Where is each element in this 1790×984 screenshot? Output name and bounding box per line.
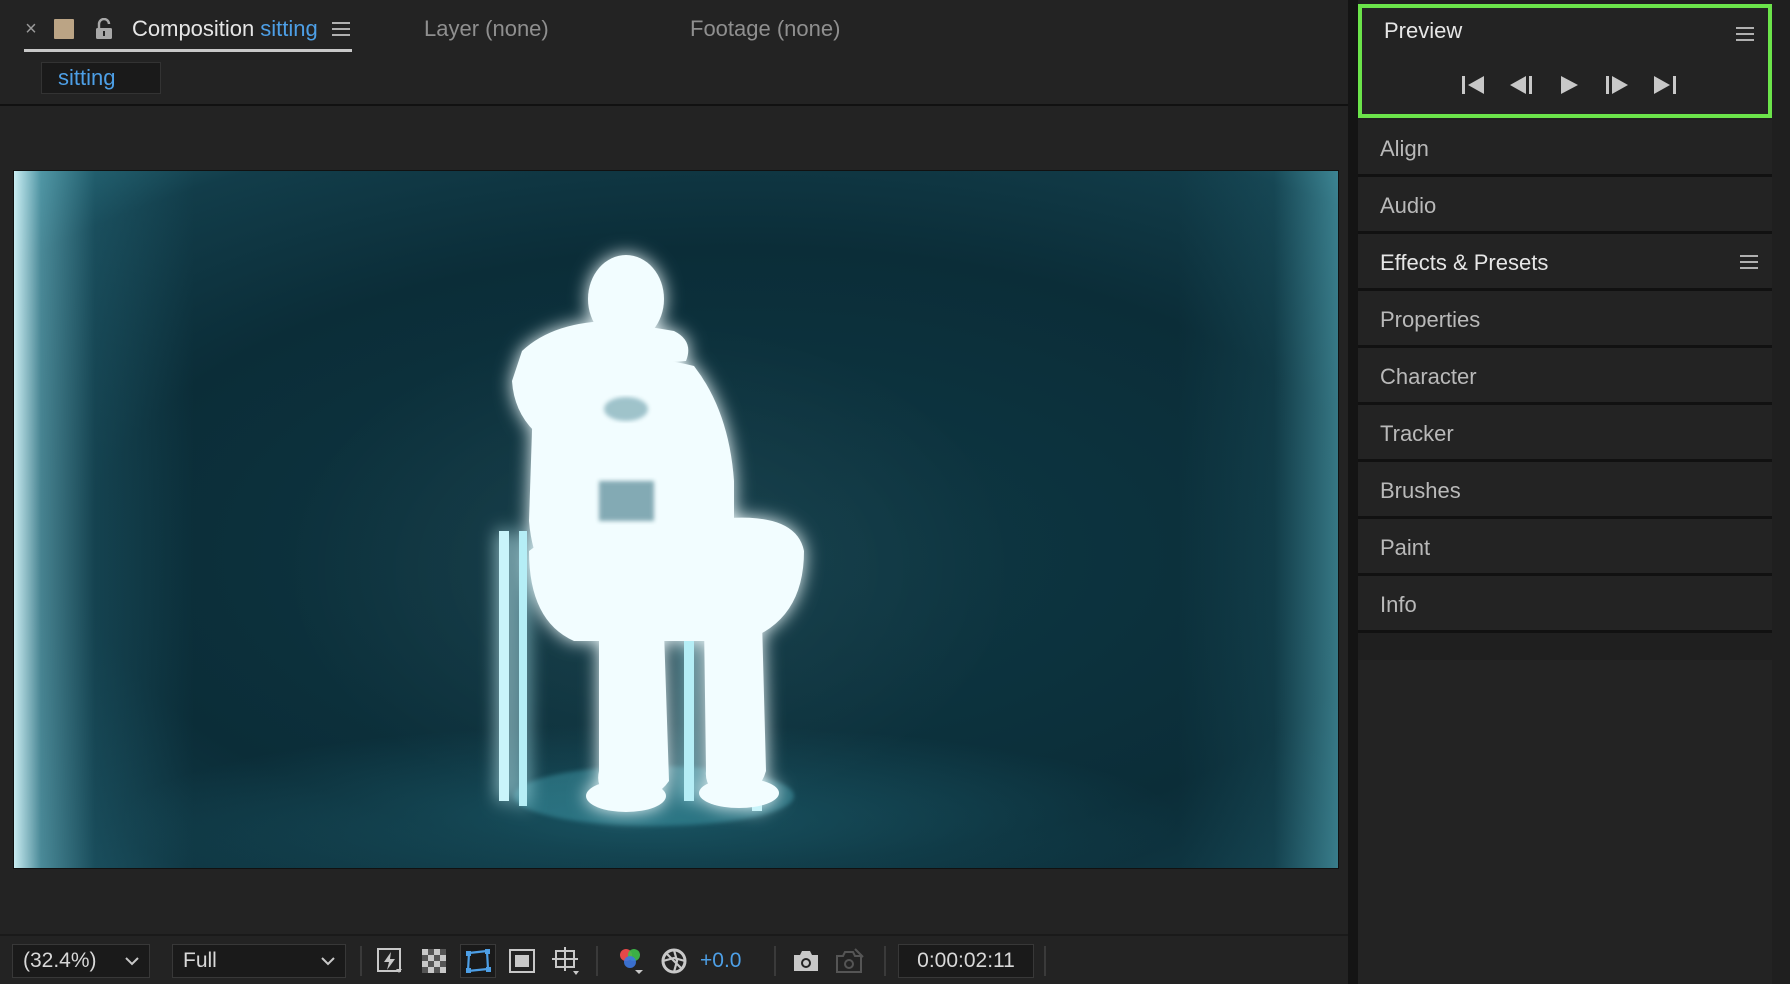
preview-panel: Preview — [1358, 4, 1772, 118]
current-time-display[interactable]: 0:00:02:11 — [898, 944, 1034, 978]
breadcrumb[interactable]: sitting — [41, 62, 161, 94]
right-panel-stack: Preview Align Audio Effects & Presets Pr… — [1358, 0, 1790, 984]
composition-viewer[interactable] — [0, 106, 1348, 934]
panel-effects-presets[interactable]: Effects & Presets — [1358, 234, 1772, 291]
resolution-value: Full — [183, 949, 217, 972]
label-color-swatch[interactable] — [54, 19, 74, 39]
after-effects-workspace: × Composition sitting Layer (none) Foota… — [0, 0, 1790, 984]
panel-label: Tracker — [1380, 421, 1454, 446]
magnification-dropdown[interactable]: (32.4%) — [12, 944, 150, 978]
tab-composition[interactable]: × Composition sitting — [22, 14, 350, 44]
composition-frame[interactable] — [13, 170, 1339, 869]
composition-tab-label: Composition — [132, 16, 255, 41]
panel-label: Effects & Presets — [1380, 250, 1549, 275]
panel-stack-empty-area — [1358, 660, 1772, 984]
panel-label: Audio — [1380, 193, 1437, 218]
first-frame-icon[interactable] — [1456, 72, 1490, 98]
viewer-tab-bar: × Composition sitting Layer (none) Foota… — [0, 0, 1348, 58]
panel-label: Paint — [1380, 535, 1431, 560]
tab-footage[interactable]: Footage (none) — [690, 14, 840, 44]
play-icon[interactable] — [1552, 72, 1586, 98]
lock-icon[interactable] — [94, 18, 114, 40]
region-of-interest-icon[interactable] — [504, 944, 540, 978]
toolbar-separator — [774, 946, 776, 976]
composition-tab-name: sitting — [260, 16, 318, 41]
color-management-icon[interactable] — [656, 944, 692, 978]
panel-menu-icon[interactable] — [331, 21, 350, 37]
active-tab-indicator — [24, 49, 352, 52]
close-tab-icon[interactable]: × — [22, 18, 40, 41]
panel-properties[interactable]: Properties — [1358, 291, 1772, 348]
panel-label: Brushes — [1380, 478, 1461, 503]
transparency-grid-icon[interactable] — [416, 944, 452, 978]
panel-splitter[interactable] — [1348, 0, 1358, 984]
preview-panel-title[interactable]: Preview — [1384, 18, 1462, 44]
next-frame-icon[interactable] — [1600, 72, 1634, 98]
tab-layer[interactable]: Layer (none) — [424, 14, 549, 44]
show-snapshot-icon[interactable] — [832, 944, 868, 978]
panel-label: Properties — [1380, 307, 1481, 332]
panel-audio[interactable]: Audio — [1358, 177, 1772, 234]
panel-paint[interactable]: Paint — [1358, 519, 1772, 576]
panel-info[interactable]: Info — [1358, 576, 1772, 633]
panel-label: Character — [1380, 364, 1477, 389]
panel-character[interactable]: Character — [1358, 348, 1772, 405]
composition-panel: × Composition sitting Layer (none) Foota… — [0, 0, 1348, 984]
fast-previews-icon[interactable] — [372, 944, 408, 978]
grid-guides-icon[interactable] — [548, 944, 584, 978]
magnification-value: (32.4%) — [23, 949, 97, 972]
color-channels-icon[interactable] — [612, 944, 648, 978]
panel-label: Info — [1380, 592, 1417, 617]
effects-panel-menu-icon[interactable] — [1740, 254, 1758, 270]
chevron-down-icon — [125, 957, 139, 966]
previous-frame-icon[interactable] — [1504, 72, 1538, 98]
resolution-dropdown[interactable]: Full — [172, 944, 346, 978]
toolbar-separator — [1044, 946, 1046, 976]
toolbar-separator — [360, 946, 362, 976]
preview-transport-controls — [1456, 72, 1682, 98]
chevron-down-icon — [321, 957, 335, 966]
exposure-value[interactable]: +0.0 — [700, 944, 741, 978]
collapsed-panel-list: Align Audio Effects & Presets Properties… — [1358, 120, 1772, 633]
toolbar-separator — [596, 946, 598, 976]
preview-panel-menu-icon[interactable] — [1736, 26, 1754, 42]
panel-brushes[interactable]: Brushes — [1358, 462, 1772, 519]
last-frame-icon[interactable] — [1648, 72, 1682, 98]
toolbar-separator — [884, 946, 886, 976]
mask-visibility-icon[interactable] — [460, 944, 496, 978]
sitting-figure-image — [499, 255, 804, 826]
snapshot-icon[interactable] — [788, 944, 824, 978]
composition-navigator: sitting — [0, 58, 1348, 106]
panel-label: Align — [1380, 136, 1429, 161]
panel-align[interactable]: Align — [1358, 120, 1772, 177]
viewer-toolbar: (32.4%) Full +0.0 0:00:02:11 — [0, 934, 1348, 984]
panel-tracker[interactable]: Tracker — [1358, 405, 1772, 462]
